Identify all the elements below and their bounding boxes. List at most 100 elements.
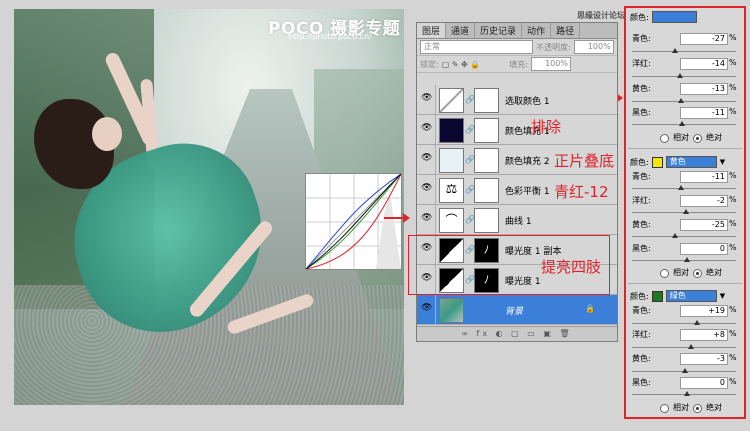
eye-icon[interactable]: 👁 <box>421 184 433 193</box>
slider[interactable] <box>632 368 736 373</box>
method-radios: 相对 绝对 <box>660 267 722 278</box>
slider[interactable] <box>632 185 736 190</box>
mask-thumbnail <box>474 148 499 173</box>
eye-icon[interactable]: 👁 <box>421 154 433 163</box>
unit: % <box>729 353 737 362</box>
tab-channels[interactable]: 通道 <box>446 23 476 38</box>
slider[interactable] <box>632 73 736 78</box>
row-label: 青色: <box>632 34 651 43</box>
cyan-row: 青色: -11% <box>630 171 740 183</box>
unit: % <box>729 171 737 180</box>
slider[interactable] <box>632 98 736 103</box>
value-field[interactable]: -14 <box>680 58 728 70</box>
absolute-radio[interactable] <box>693 404 702 413</box>
value-field[interactable]: +8 <box>680 329 728 341</box>
yellow-swatch <box>651 156 663 168</box>
relative-radio[interactable] <box>660 134 669 143</box>
color-dropdown[interactable]: 绿色 <box>665 290 717 302</box>
value-field[interactable]: -3 <box>680 353 728 365</box>
cyan-row: 青色: +19% <box>630 305 740 317</box>
annotation-brighten: 提亮四肢 <box>541 258 602 276</box>
value-field[interactable]: -11 <box>680 171 728 183</box>
lock-label: 锁定: <box>420 59 439 69</box>
value-field[interactable]: 0 <box>680 377 728 389</box>
poco-url: http://photo.poco.cn/ <box>288 32 372 41</box>
tab-paths[interactable]: 路径 <box>551 23 581 38</box>
value-field[interactable]: -2 <box>680 195 728 207</box>
fill-thumbnail <box>439 148 464 173</box>
fill-field[interactable]: 100% <box>530 57 571 71</box>
unit: % <box>729 305 737 314</box>
mask-thumbnail <box>474 208 499 233</box>
slider[interactable] <box>632 344 736 349</box>
tab-actions[interactable]: 动作 <box>522 23 552 38</box>
blend-row: 正常 不透明度: 100% <box>417 39 617 56</box>
value-field[interactable]: -25 <box>680 219 728 231</box>
value-field[interactable]: +19 <box>680 305 728 317</box>
row-label: 黄色: <box>632 220 651 229</box>
slider[interactable] <box>632 320 736 325</box>
relative-label: 相对 <box>673 268 689 277</box>
layer-background[interactable]: 👁 背景 🔒 <box>417 295 617 325</box>
slider[interactable] <box>632 209 736 214</box>
absolute-radio[interactable] <box>693 134 702 143</box>
color-select-row: 颜色: 绿色 ▼ <box>630 290 725 302</box>
fill-thumbnail <box>439 118 464 143</box>
tab-layers[interactable]: 图层 <box>417 23 447 38</box>
layer-selective-color[interactable]: 👁 🔗 选取颜色 1 <box>417 85 617 115</box>
black-row: 黑色: 0% <box>630 377 740 389</box>
yellow-row: 黄色: -25% <box>630 219 740 231</box>
color-dropdown[interactable]: 黄色 <box>665 156 717 168</box>
layer-name: 背景 <box>505 307 524 317</box>
panel-tabs: 图层 通道 历史记录 动作 路径 <box>417 23 617 39</box>
unit: % <box>729 195 737 204</box>
row-label: 黑色: <box>632 244 651 253</box>
tab-history[interactable]: 历史记录 <box>475 23 523 38</box>
relative-radio[interactable] <box>660 404 669 413</box>
relative-label: 相对 <box>673 133 689 142</box>
slider[interactable] <box>632 121 736 126</box>
fill-label: 填充: <box>509 59 528 69</box>
slider[interactable] <box>632 48 736 53</box>
unit: % <box>729 219 737 228</box>
layer-curves[interactable]: 👁 ⌒ 🔗 曲线 1 <box>417 205 617 235</box>
value-field[interactable]: -13 <box>680 83 728 95</box>
unit: % <box>729 58 737 67</box>
unit: % <box>729 83 737 92</box>
lock-icon: 🔒 <box>585 304 595 313</box>
unit: % <box>729 377 737 386</box>
relative-radio[interactable] <box>660 269 669 278</box>
absolute-radio[interactable] <box>693 269 702 278</box>
adjustment-thumbnail <box>439 88 464 113</box>
value-field[interactable]: -27 <box>680 33 728 45</box>
color-select-row: 颜色: 黄色 ▼ <box>630 156 725 168</box>
opacity-field[interactable]: 100% <box>573 40 614 54</box>
value-field[interactable]: -11 <box>680 107 728 119</box>
eye-icon[interactable]: 👁 <box>421 304 433 313</box>
slider[interactable] <box>632 391 736 396</box>
row-label: 洋红: <box>632 59 651 68</box>
color-dropdown[interactable] <box>651 11 697 23</box>
chevron-down-icon[interactable]: ▼ <box>720 158 725 166</box>
value-field[interactable]: 0 <box>680 243 728 255</box>
slider[interactable] <box>632 257 736 262</box>
color-label: 颜色: <box>630 291 649 301</box>
annotation-multiply: 正片叠底 <box>554 152 615 170</box>
row-label: 青色: <box>632 172 651 181</box>
lock-icons[interactable]: ▢ ✎ ✥ 🔒 <box>442 60 481 69</box>
layer-color-fill-1[interactable]: 👁 🔗 颜色填充 1 <box>417 115 617 145</box>
magenta-row: 洋红: +8% <box>630 329 740 341</box>
layers-bottom-toolbar[interactable]: ∞ fx ◐ ▢ ▭ ▣ 🗑 <box>417 326 617 341</box>
eye-icon[interactable]: 👁 <box>421 124 433 133</box>
eye-icon[interactable]: 👁 <box>421 214 433 223</box>
chevron-down-icon[interactable]: ▼ <box>720 292 725 300</box>
slider[interactable] <box>632 233 736 238</box>
eye-icon[interactable]: 👁 <box>421 94 433 103</box>
selective-color-panel: 颜色: 青色: -27% 洋红: -14% 黄色: -13% 黑色: -11% 相对 绝… <box>624 6 746 419</box>
unit: % <box>729 329 737 338</box>
unit: % <box>729 243 737 252</box>
photo-thumbnail <box>439 298 464 323</box>
row-label: 黄色: <box>632 84 651 93</box>
arrow-to-curves-layer <box>384 213 410 223</box>
blend-mode-select[interactable]: 正常 <box>420 40 533 54</box>
